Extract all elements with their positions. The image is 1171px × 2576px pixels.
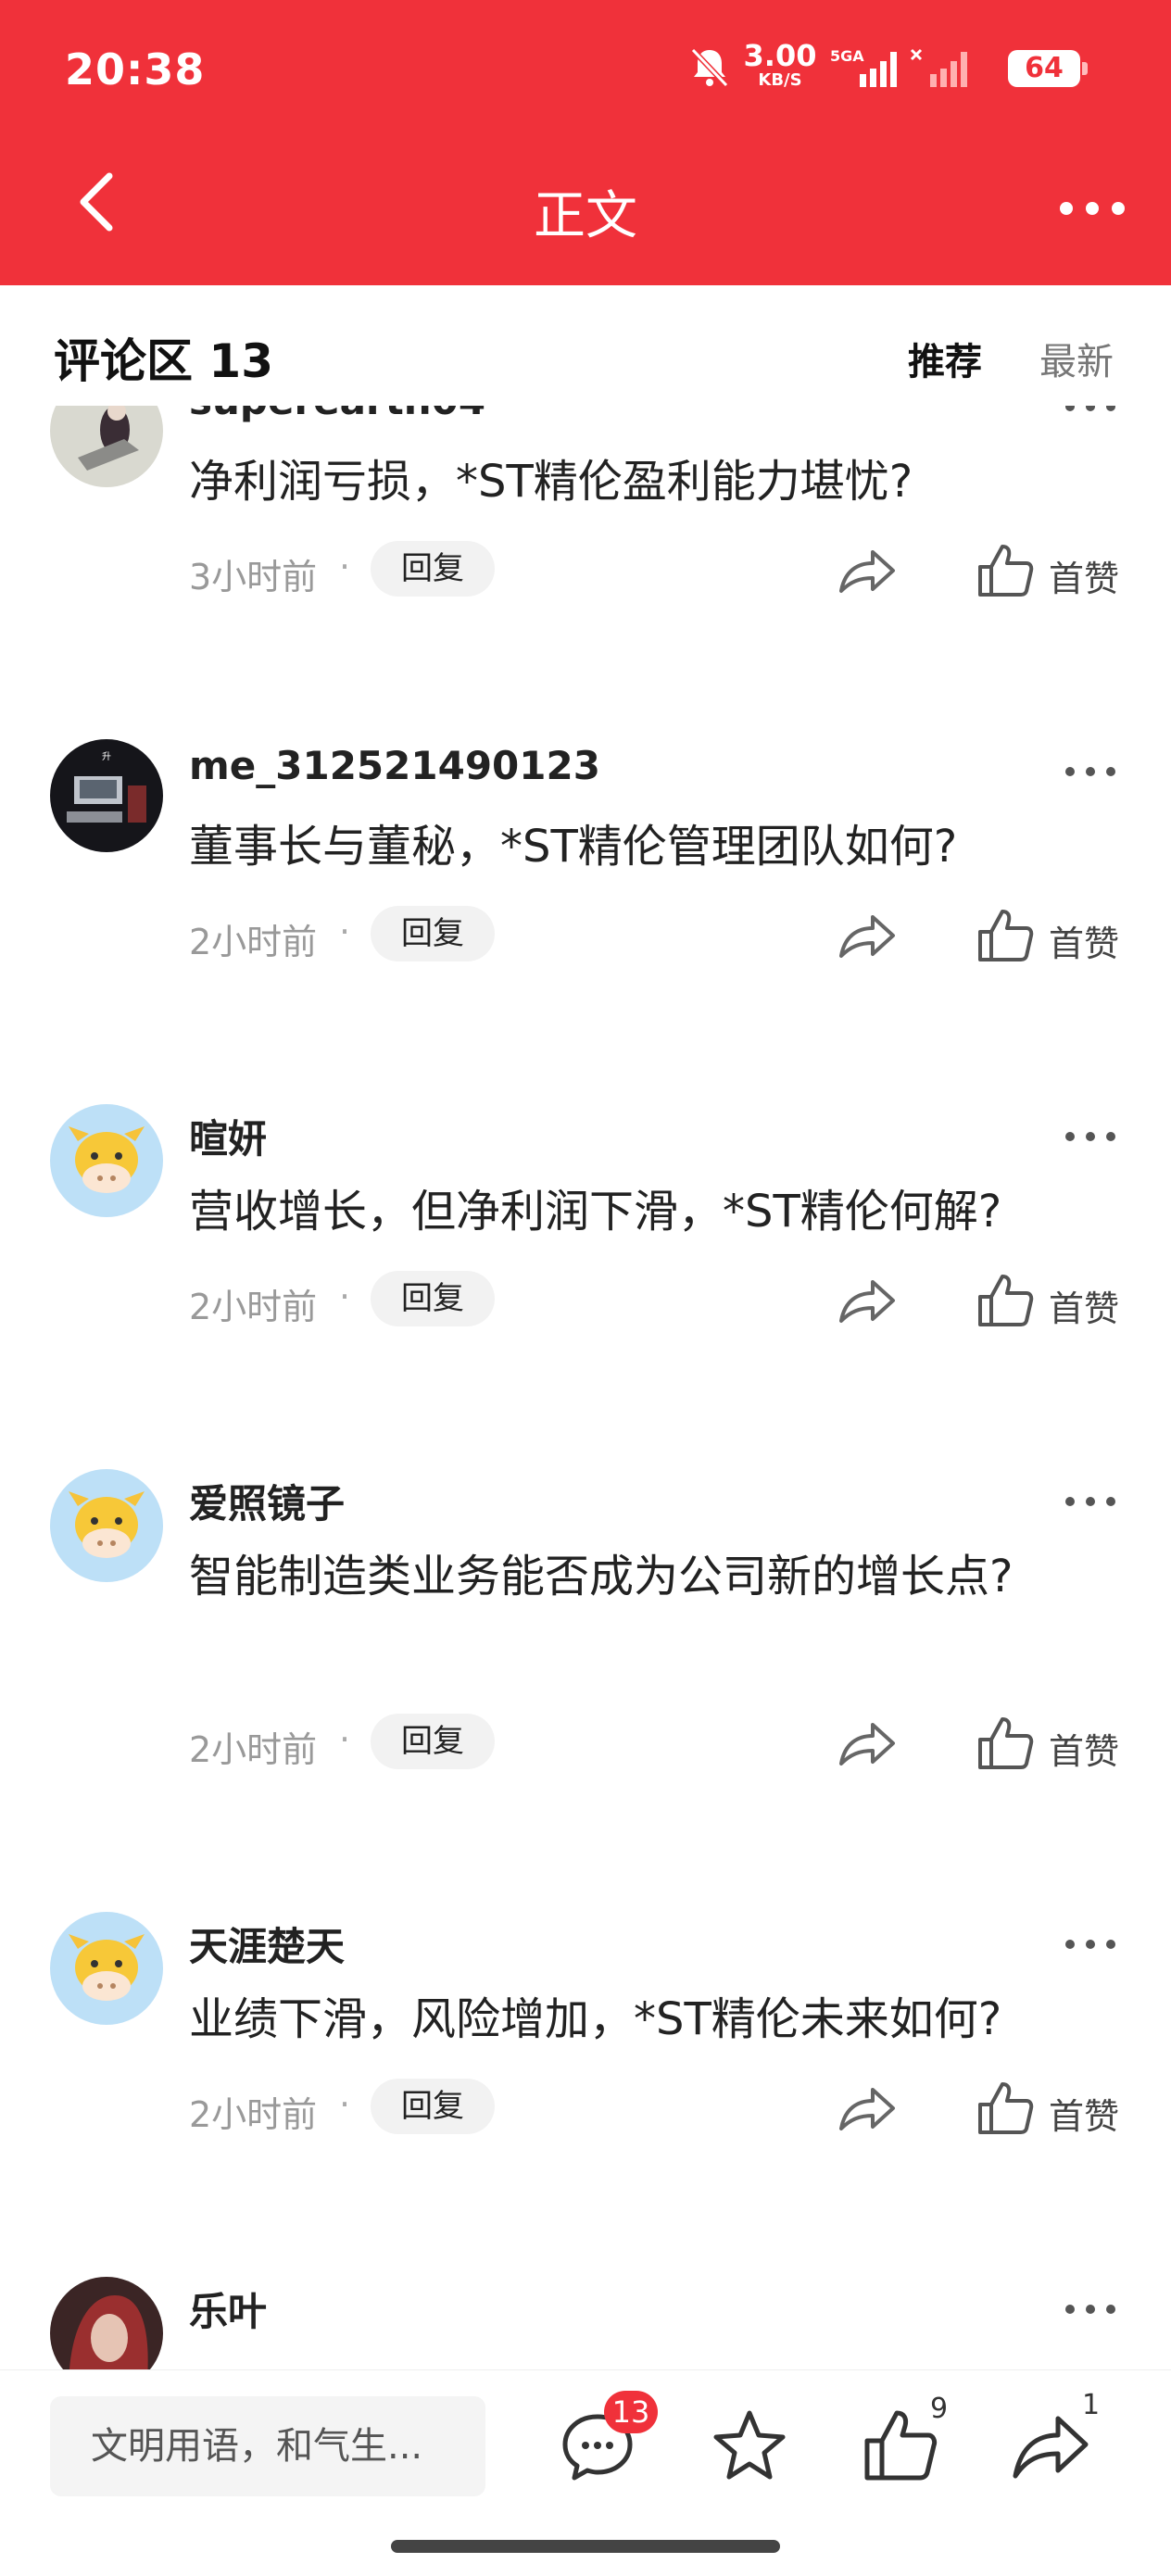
comment-more-button[interactable]	[1065, 1491, 1121, 1510]
share-icon[interactable]	[1008, 2404, 1091, 2487]
comment-more-button[interactable]	[1065, 2299, 1121, 2318]
separator-dot: ·	[339, 1719, 351, 1760]
thumbs-up-icon	[978, 2082, 1034, 2134]
avatar[interactable]	[50, 1912, 163, 2025]
like-count: 9	[930, 2393, 949, 2425]
mute-bell-icon	[690, 47, 729, 88]
like-button[interactable]: 首赞	[975, 904, 1123, 965]
separator-dot: ·	[339, 2084, 351, 2125]
share-icon[interactable]	[834, 2080, 899, 2136]
comment-item: superearth04 净利润亏损，*ST精伦盈利能力堪忧? 3小时前 · 回…	[0, 406, 1171, 715]
like-button[interactable]: 首赞	[975, 2077, 1123, 2138]
home-indicator[interactable]	[391, 2540, 780, 2553]
status-time: 20:38	[65, 44, 206, 94]
comment-text: 净利润亏损，*ST精伦盈利能力堪忧?	[189, 456, 913, 508]
thumbs-up-icon	[978, 1717, 1034, 1769]
thumbs-up-icon	[978, 910, 1034, 961]
thumbs-up-icon	[978, 1275, 1034, 1326]
reply-button[interactable]: 回复	[371, 2079, 495, 2134]
signal-5g-icon: 5GA	[830, 47, 897, 87]
username[interactable]: 乐叶	[189, 2281, 267, 2337]
reply-button[interactable]: 回复	[371, 1714, 495, 1769]
more-options-button[interactable]	[1060, 182, 1134, 237]
reply-button[interactable]: 回复	[371, 1271, 495, 1326]
svg-text:升: 升	[102, 751, 111, 762]
like-icon[interactable]	[858, 2404, 941, 2487]
comment-item: 升 me_312521490123 董事长与董秘，*ST精伦管理团队如何? 2小…	[0, 715, 1171, 1080]
reply-button[interactable]: 回复	[371, 906, 495, 961]
comment-more-button[interactable]	[1065, 406, 1121, 415]
status-icons: 3.00 KB/S 5GA 64	[689, 41, 1171, 96]
share-icon[interactable]	[834, 1715, 899, 1771]
comment-more-button[interactable]	[1065, 1126, 1121, 1145]
separator-dot: ·	[339, 1276, 351, 1317]
thumbs-up-icon	[978, 545, 1034, 597]
avatar[interactable]: 升	[50, 739, 163, 852]
comment-time: 3小时前	[189, 557, 318, 597]
share-icon[interactable]	[834, 1273, 899, 1328]
separator-dot: ·	[339, 547, 351, 587]
share-icon[interactable]	[834, 543, 899, 598]
username[interactable]: 爱照镜子	[189, 1473, 345, 1529]
comment-more-button[interactable]	[1065, 761, 1121, 780]
share-count: 1	[1082, 2389, 1101, 2421]
share-icon[interactable]	[834, 908, 899, 963]
comment-more-button[interactable]	[1065, 1934, 1121, 1953]
comment-item: 暄妍 营收增长，但净利润下滑，*ST精伦何解? 2小时前 · 回复 首赞	[0, 1080, 1171, 1445]
page-title: 正文	[534, 186, 637, 246]
top-bar: 20:38 3.00 KB/S 5GA 64 正文	[0, 0, 1171, 285]
username[interactable]: superearth04	[189, 406, 485, 423]
avatar[interactable]	[50, 1469, 163, 1582]
battery-icon: 64	[1008, 50, 1088, 87]
comment-item: 天涯楚天 业绩下滑，风险增加，*ST精伦未来如何? 2小时前 · 回复 首赞	[0, 1888, 1171, 2253]
username[interactable]: 暄妍	[189, 1108, 267, 1164]
like-button[interactable]: 首赞	[975, 1269, 1123, 1330]
comment-text: 董事长与董秘，*ST精伦管理团队如何?	[189, 821, 958, 873]
comment-time: 2小时前	[189, 922, 318, 962]
comments-title: 评论区 13	[54, 334, 273, 388]
avatar[interactable]	[50, 406, 163, 487]
comments-header: 评论区 13 推荐 最新	[0, 285, 1171, 406]
comment-text: 业绩下滑，风险增加，*ST精伦未来如何?	[189, 1993, 1002, 2045]
like-button[interactable]: 首赞	[975, 1712, 1123, 1773]
reply-button[interactable]: 回复	[371, 541, 495, 597]
username[interactable]: me_312521490123	[189, 743, 600, 788]
username[interactable]: 天涯楚天	[189, 1916, 345, 1972]
comment-list[interactable]: superearth04 净利润亏损，*ST精伦盈利能力堪忧? 3小时前 · 回…	[0, 406, 1171, 2369]
comment-text: 智能制造类业务能否成为公司新的增长点?	[189, 1551, 1014, 1602]
sort-latest-tab[interactable]: 最新	[1039, 332, 1114, 385]
comment-text: 营收增长，但净利润下滑，*ST精伦何解?	[189, 1186, 1002, 1238]
comment-time: 2小时前	[189, 2094, 318, 2135]
comment-item: 乐叶	[0, 2253, 1171, 2369]
separator-dot: ·	[339, 911, 351, 952]
comment-time: 2小时前	[189, 1287, 318, 1327]
net-speed: 3.00 KB/S	[743, 38, 817, 90]
signal-weak-icon	[910, 48, 967, 87]
comment-input[interactable]: 文明用语，和气生...	[50, 2396, 485, 2496]
svg-text:5GA: 5GA	[830, 47, 864, 65]
avatar[interactable]	[50, 1104, 163, 1217]
comment-count-badge: 13	[604, 2391, 658, 2433]
comment-time: 2小时前	[189, 1729, 318, 1770]
avatar[interactable]	[50, 2277, 163, 2369]
like-button[interactable]: 首赞	[975, 539, 1123, 600]
favorite-star-icon[interactable]	[708, 2404, 791, 2487]
comment-item: 爱照镜子 智能制造类业务能否成为公司新的增长点? 2小时前 · 回复 首赞	[0, 1445, 1171, 1888]
sort-recommended-tab[interactable]: 推荐	[908, 332, 982, 385]
